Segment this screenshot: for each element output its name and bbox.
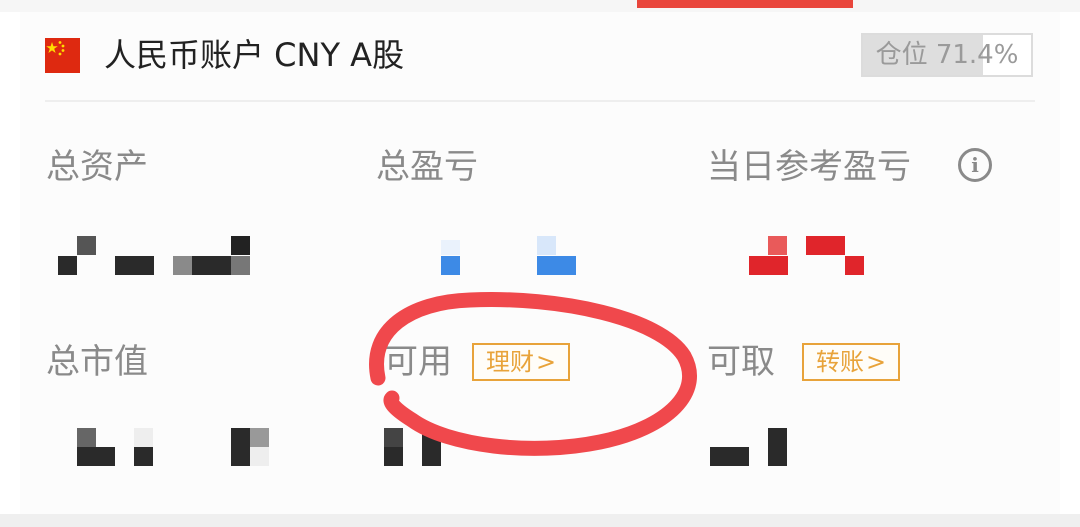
chevron-right-icon: >	[866, 348, 887, 376]
top-strip	[0, 0, 1080, 12]
china-flag-icon	[45, 38, 80, 73]
account-summary-screen: 人民币账户 CNY A股 仓位 71.4% 总资产 总盈亏 当日参考盈亏 i 总…	[0, 0, 1080, 527]
position-badge[interactable]: 仓位 71.4%	[861, 33, 1033, 77]
bottom-strip	[0, 514, 1080, 527]
chevron-right-icon: >	[536, 348, 557, 376]
header-divider	[45, 100, 1035, 102]
active-tab-indicator	[637, 0, 853, 8]
wealth-management-label: 理财	[486, 348, 534, 376]
available-label: 可用	[384, 342, 452, 382]
market-value-label: 总市值	[46, 342, 148, 382]
total-pnl-label: 总盈亏	[376, 147, 478, 187]
wealth-management-button[interactable]: 理财>	[472, 343, 571, 381]
account-title[interactable]: 人民币账户 CNY A股	[104, 34, 404, 76]
total-assets-label: 总资产	[46, 147, 148, 187]
info-icon[interactable]: i	[958, 148, 992, 182]
transfer-button[interactable]: 转账>	[802, 343, 901, 381]
daily-pnl-label: 当日参考盈亏	[707, 147, 911, 187]
transfer-label: 转账	[816, 348, 864, 376]
account-card	[20, 12, 1060, 514]
position-text: 仓位 71.4%	[875, 40, 1019, 70]
withdrawable-label: 可取	[707, 342, 775, 382]
